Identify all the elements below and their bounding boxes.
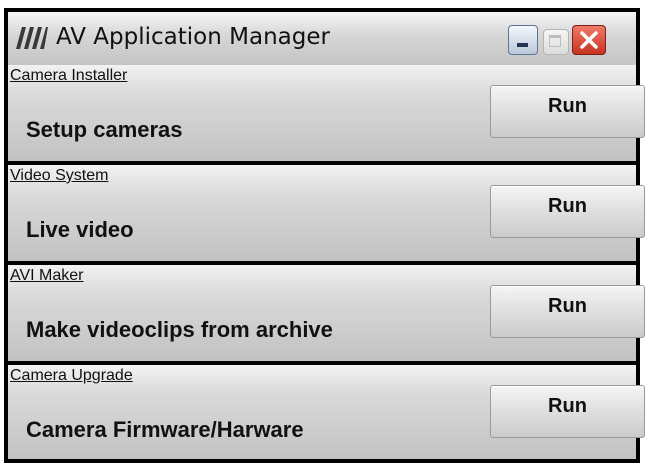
app-row-video-system: Video System Live video Run	[8, 165, 645, 261]
app-title: Camera Installer	[10, 67, 128, 84]
app-list: Camera Installer Setup cameras Run Video…	[8, 65, 645, 459]
app-description: Make videoclips from archive	[26, 317, 333, 342]
app-description: Camera Firmware/Harware	[26, 417, 304, 442]
run-video-system-button[interactable]: Run	[490, 185, 645, 238]
close-icon	[580, 31, 598, 49]
minimize-icon	[517, 43, 528, 47]
close-button[interactable]	[572, 25, 606, 55]
run-camera-installer-button[interactable]: Run	[490, 85, 645, 138]
minimize-button[interactable]	[508, 25, 538, 55]
app-row-camera-installer: Camera Installer Setup cameras Run	[8, 65, 645, 161]
app-description: Live video	[26, 217, 134, 242]
app-row-avi-maker: AVI Maker Make videoclips from archive R…	[8, 265, 645, 361]
app-window: AV Application Manager Camera Installer …	[4, 8, 645, 463]
title-bar[interactable]: AV Application Manager	[8, 12, 636, 65]
app-description: Setup cameras	[26, 117, 183, 142]
maximize-button[interactable]	[543, 29, 569, 55]
maximize-icon	[549, 35, 561, 47]
app-row-camera-upgrade: Camera Upgrade Camera Firmware/Harware R…	[8, 365, 645, 459]
run-avi-maker-button[interactable]: Run	[490, 285, 645, 338]
app-title: AVI Maker	[10, 267, 84, 284]
app-title: Camera Upgrade	[10, 367, 133, 384]
av-logo-icon	[16, 27, 48, 49]
window-title: AV Application Manager	[56, 24, 330, 50]
app-title: Video System	[10, 167, 109, 184]
run-camera-upgrade-button[interactable]: Run	[490, 385, 645, 438]
